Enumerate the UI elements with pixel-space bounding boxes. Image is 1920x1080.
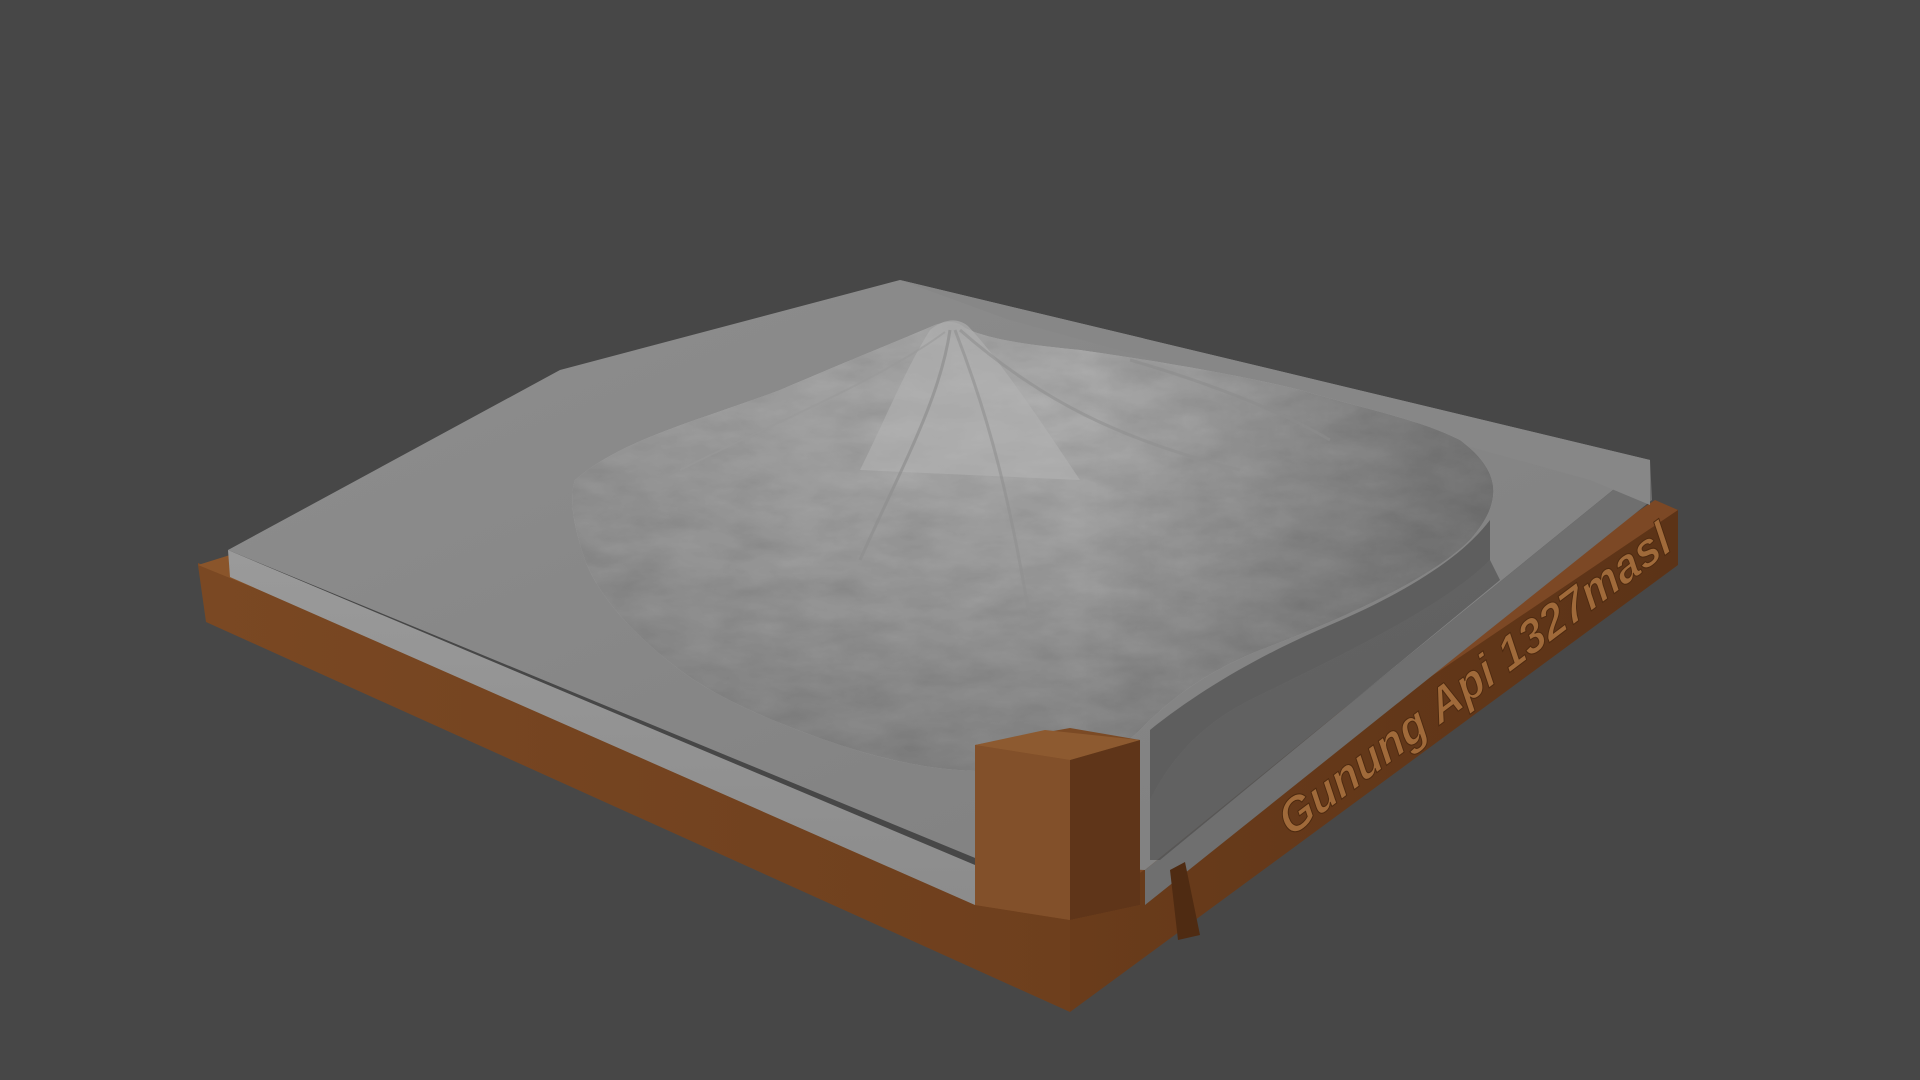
terrain-model-render: Gunung Api 1327masl <box>198 280 1681 1012</box>
3d-viewport[interactable]: Gunung Api 1327masl <box>0 0 1920 1080</box>
